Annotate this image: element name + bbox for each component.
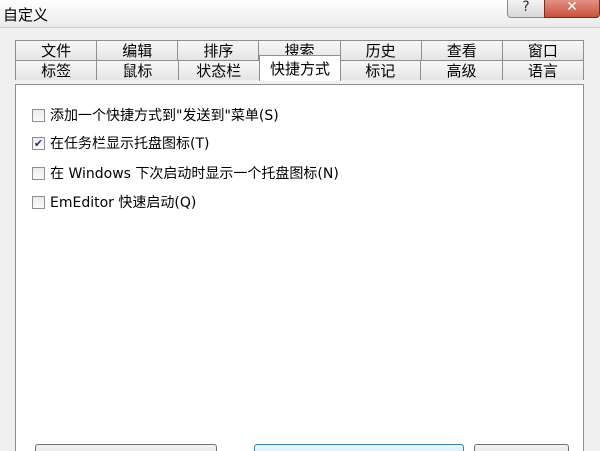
tray-icon-label: 在任务栏显示托盘图标(T) — [50, 136, 210, 152]
window-title: 自定义 — [3, 6, 49, 24]
ok-button[interactable] — [254, 444, 464, 451]
tab-statusbar[interactable]: 状态栏 — [178, 60, 260, 80]
tab-view[interactable]: 查看 — [421, 40, 503, 60]
tab-advanced[interactable]: 高级 — [421, 60, 503, 80]
startup-tray-label: 在 Windows 下次启动时显示一个托盘图标(N) — [50, 166, 339, 182]
sendto-label: 添加一个快捷方式到"发送到"菜单(S) — [50, 108, 279, 124]
tab-sort[interactable]: 排序 — [178, 40, 260, 60]
quick-launch-checkbox[interactable] — [32, 195, 45, 209]
close-icon: ✕ — [566, 0, 578, 15]
tab-window[interactable]: 窗口 — [502, 40, 584, 60]
title-bar: 自定义 ? ✕ — [0, 0, 600, 28]
tab-file[interactable]: 文件 — [15, 40, 98, 60]
tab-edit[interactable]: 编辑 — [97, 40, 179, 60]
tab-tabs[interactable]: 标签 — [15, 60, 98, 80]
option-sendto-shortcut[interactable]: 添加一个快捷方式到"发送到"菜单(S) — [32, 105, 279, 125]
window-controls: ? ✕ — [507, 0, 600, 20]
sendto-checkbox[interactable] — [32, 108, 45, 122]
help-icon: ? — [522, 0, 530, 15]
option-tray-icon[interactable]: ✔ 在任务栏显示托盘图标(T) — [32, 133, 209, 153]
option-quick-launch[interactable]: EmEditor 快速启动(Q) — [32, 192, 196, 212]
help-button[interactable]: ? — [507, 0, 545, 18]
tab-language[interactable]: 语言 — [502, 60, 584, 80]
tab-history[interactable]: 历史 — [340, 40, 422, 60]
restore-defaults-button[interactable] — [35, 444, 217, 451]
quick-launch-label: EmEditor 快速启动(Q) — [50, 195, 197, 211]
startup-tray-checkbox[interactable] — [32, 166, 45, 180]
tab-panel-shortcut: 添加一个快捷方式到"发送到"菜单(S) ✔ 在任务栏显示托盘图标(T) 在 Wi… — [15, 84, 584, 451]
tab-row-2: 标签 鼠标 状态栏 快捷方式 标记 高级 语言 — [15, 55, 584, 81]
tab-marks[interactable]: 标记 — [340, 60, 422, 80]
close-button[interactable]: ✕ — [544, 0, 600, 18]
tab-shortcut[interactable]: 快捷方式 — [258, 55, 342, 81]
tab-mouse[interactable]: 鼠标 — [97, 60, 179, 80]
option-startup-tray[interactable]: 在 Windows 下次启动时显示一个托盘图标(N) — [32, 163, 339, 183]
cancel-button[interactable] — [474, 444, 569, 451]
tray-icon-checkbox[interactable]: ✔ — [32, 136, 45, 150]
